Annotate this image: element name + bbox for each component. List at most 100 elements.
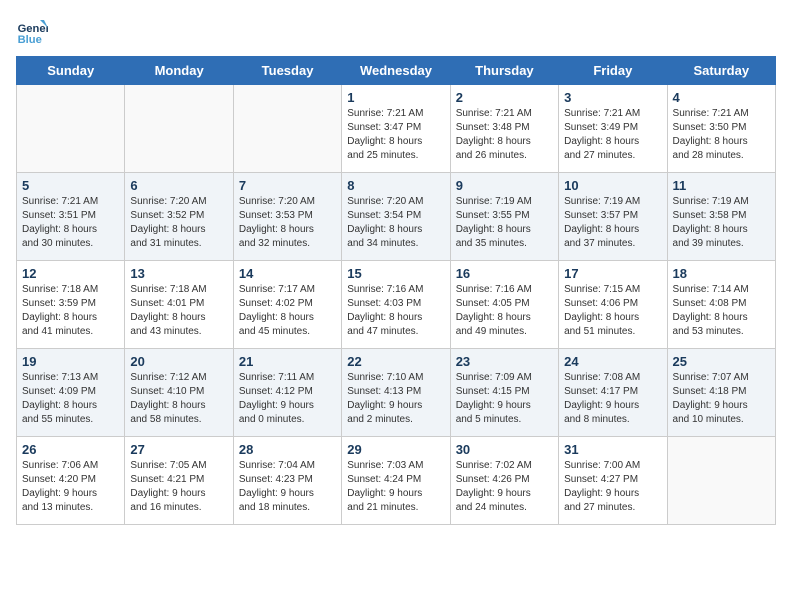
day-number: 22 [347,354,444,369]
day-details: Sunrise: 7:18 AM Sunset: 4:01 PM Dayligh… [130,283,227,339]
calendar-cell [667,437,775,525]
day-details: Sunrise: 7:21 AM Sunset: 3:51 PM Dayligh… [22,195,119,251]
day-number: 17 [564,266,661,281]
calendar-cell: 10Sunrise: 7:19 AM Sunset: 3:57 PM Dayli… [559,173,667,261]
day-details: Sunrise: 7:17 AM Sunset: 4:02 PM Dayligh… [239,283,336,339]
day-details: Sunrise: 7:21 AM Sunset: 3:50 PM Dayligh… [673,107,770,163]
calendar-cell: 20Sunrise: 7:12 AM Sunset: 4:10 PM Dayli… [125,349,233,437]
day-details: Sunrise: 7:20 AM Sunset: 3:52 PM Dayligh… [130,195,227,251]
day-number: 14 [239,266,336,281]
calendar-cell: 22Sunrise: 7:10 AM Sunset: 4:13 PM Dayli… [342,349,450,437]
day-details: Sunrise: 7:20 AM Sunset: 3:54 PM Dayligh… [347,195,444,251]
day-details: Sunrise: 7:16 AM Sunset: 4:05 PM Dayligh… [456,283,553,339]
calendar-cell: 29Sunrise: 7:03 AM Sunset: 4:24 PM Dayli… [342,437,450,525]
calendar-cell [17,85,125,173]
weekday-header-tuesday: Tuesday [233,57,341,85]
day-number: 29 [347,442,444,457]
day-details: Sunrise: 7:05 AM Sunset: 4:21 PM Dayligh… [130,459,227,515]
day-number: 20 [130,354,227,369]
day-number: 25 [673,354,770,369]
calendar-cell: 27 Sunrise: 7:05 AM Sunset: 4:21 PM Dayli… [125,437,233,525]
calendar-cell: 24Sunrise: 7:08 AM Sunset: 4:17 PM Dayli… [559,349,667,437]
day-number: 21 [239,354,336,369]
day-number: 11 [673,178,770,193]
day-number: 23 [456,354,553,369]
day-number: 8 [347,178,444,193]
day-details: Sunrise: 7:20 AM Sunset: 3:53 PM Dayligh… [239,195,336,251]
day-details: Sunrise: 7:06 AM Sunset: 4:20 PM Dayligh… [22,459,119,515]
day-number: 31 [564,442,661,457]
day-details: Sunrise: 7:09 AM Sunset: 4:15 PM Dayligh… [456,371,553,427]
day-number: 30 [456,442,553,457]
day-details: Sunrise: 7:19 AM Sunset: 3:55 PM Dayligh… [456,195,553,251]
day-number: 12 [22,266,119,281]
calendar-cell: 1 Sunrise: 7:21 AM Sunset: 3:47 PM Daylig… [342,85,450,173]
day-number: 15 [347,266,444,281]
calendar-cell: 28Sunrise: 7:04 AM Sunset: 4:23 PM Dayli… [233,437,341,525]
calendar-cell: 21 Sunrise: 7:11 AM Sunset: 4:12 PM Dayli… [233,349,341,437]
day-details: Sunrise: 7:21 AM Sunset: 3:48 PM Dayligh… [456,107,553,163]
day-number: 4 [673,90,770,105]
day-number: 3 [564,90,661,105]
day-details: Sunrise: 7:21 AM Sunset: 3:47 PM Dayligh… [347,107,444,163]
day-number: 9 [456,178,553,193]
calendar-cell [233,85,341,173]
day-details: Sunrise: 7:11 AM Sunset: 4:12 PM Dayligh… [239,371,336,427]
day-details: Sunrise: 7:14 AM Sunset: 4:08 PM Dayligh… [673,283,770,339]
calendar-cell: 25 Sunrise: 7:07 AM Sunset: 4:18 PM Dayli… [667,349,775,437]
calendar-cell: 8 Sunrise: 7:20 AM Sunset: 3:54 PM Daylig… [342,173,450,261]
day-number: 5 [22,178,119,193]
day-number: 24 [564,354,661,369]
day-details: Sunrise: 7:13 AM Sunset: 4:09 PM Dayligh… [22,371,119,427]
day-number: 10 [564,178,661,193]
week-row-2: 5 Sunrise: 7:21 AM Sunset: 3:51 PM Daylig… [17,173,776,261]
day-details: Sunrise: 7:02 AM Sunset: 4:26 PM Dayligh… [456,459,553,515]
weekday-header-saturday: Saturday [667,57,775,85]
day-details: Sunrise: 7:15 AM Sunset: 4:06 PM Dayligh… [564,283,661,339]
day-number: 19 [22,354,119,369]
weekday-header-monday: Monday [125,57,233,85]
day-number: 13 [130,266,227,281]
day-number: 6 [130,178,227,193]
weekday-header-thursday: Thursday [450,57,558,85]
day-number: 2 [456,90,553,105]
calendar-body: 1 Sunrise: 7:21 AM Sunset: 3:47 PM Daylig… [17,85,776,525]
day-details: Sunrise: 7:19 AM Sunset: 3:58 PM Dayligh… [673,195,770,251]
calendar-cell: 6 Sunrise: 7:20 AM Sunset: 3:52 PM Daylig… [125,173,233,261]
weekday-header-wednesday: Wednesday [342,57,450,85]
logo-icon: General Blue [16,16,48,48]
calendar-cell: 30 Sunrise: 7:02 AM Sunset: 4:26 PM Dayli… [450,437,558,525]
day-number: 26 [22,442,119,457]
calendar-cell: 3 Sunrise: 7:21 AM Sunset: 3:49 PM Daylig… [559,85,667,173]
calendar-cell: 11 Sunrise: 7:19 AM Sunset: 3:58 PM Dayli… [667,173,775,261]
calendar-cell: 12 Sunrise: 7:18 AM Sunset: 3:59 PM Dayli… [17,261,125,349]
week-row-1: 1 Sunrise: 7:21 AM Sunset: 3:47 PM Daylig… [17,85,776,173]
weekday-header-sunday: Sunday [17,57,125,85]
day-details: Sunrise: 7:18 AM Sunset: 3:59 PM Dayligh… [22,283,119,339]
calendar-cell: 18 Sunrise: 7:14 AM Sunset: 4:08 PM Dayli… [667,261,775,349]
calendar-cell: 19 Sunrise: 7:13 AM Sunset: 4:09 PM Dayli… [17,349,125,437]
calendar-cell: 17 Sunrise: 7:15 AM Sunset: 4:06 PM Dayli… [559,261,667,349]
day-number: 18 [673,266,770,281]
calendar-cell: 7 Sunrise: 7:20 AM Sunset: 3:53 PM Daylig… [233,173,341,261]
calendar-cell: 4 Sunrise: 7:21 AM Sunset: 3:50 PM Daylig… [667,85,775,173]
calendar-cell: 14 Sunrise: 7:17 AM Sunset: 4:02 PM Dayli… [233,261,341,349]
day-number: 16 [456,266,553,281]
day-details: Sunrise: 7:16 AM Sunset: 4:03 PM Dayligh… [347,283,444,339]
day-details: Sunrise: 7:07 AM Sunset: 4:18 PM Dayligh… [673,371,770,427]
calendar-table: SundayMondayTuesdayWednesdayThursdayFrid… [16,56,776,525]
day-details: Sunrise: 7:21 AM Sunset: 3:49 PM Dayligh… [564,107,661,163]
calendar-cell: 26 Sunrise: 7:06 AM Sunset: 4:20 PM Dayli… [17,437,125,525]
calendar-cell: 5 Sunrise: 7:21 AM Sunset: 3:51 PM Daylig… [17,173,125,261]
week-row-3: 12 Sunrise: 7:18 AM Sunset: 3:59 PM Dayli… [17,261,776,349]
week-row-4: 19 Sunrise: 7:13 AM Sunset: 4:09 PM Dayli… [17,349,776,437]
page-header: General Blue [16,16,776,48]
day-number: 27 [130,442,227,457]
day-details: Sunrise: 7:00 AM Sunset: 4:27 PM Dayligh… [564,459,661,515]
week-row-5: 26 Sunrise: 7:06 AM Sunset: 4:20 PM Dayli… [17,437,776,525]
calendar-cell: 2 Sunrise: 7:21 AM Sunset: 3:48 PM Daylig… [450,85,558,173]
weekday-header-friday: Friday [559,57,667,85]
day-details: Sunrise: 7:04 AM Sunset: 4:23 PM Dayligh… [239,459,336,515]
day-number: 7 [239,178,336,193]
day-number: 1 [347,90,444,105]
